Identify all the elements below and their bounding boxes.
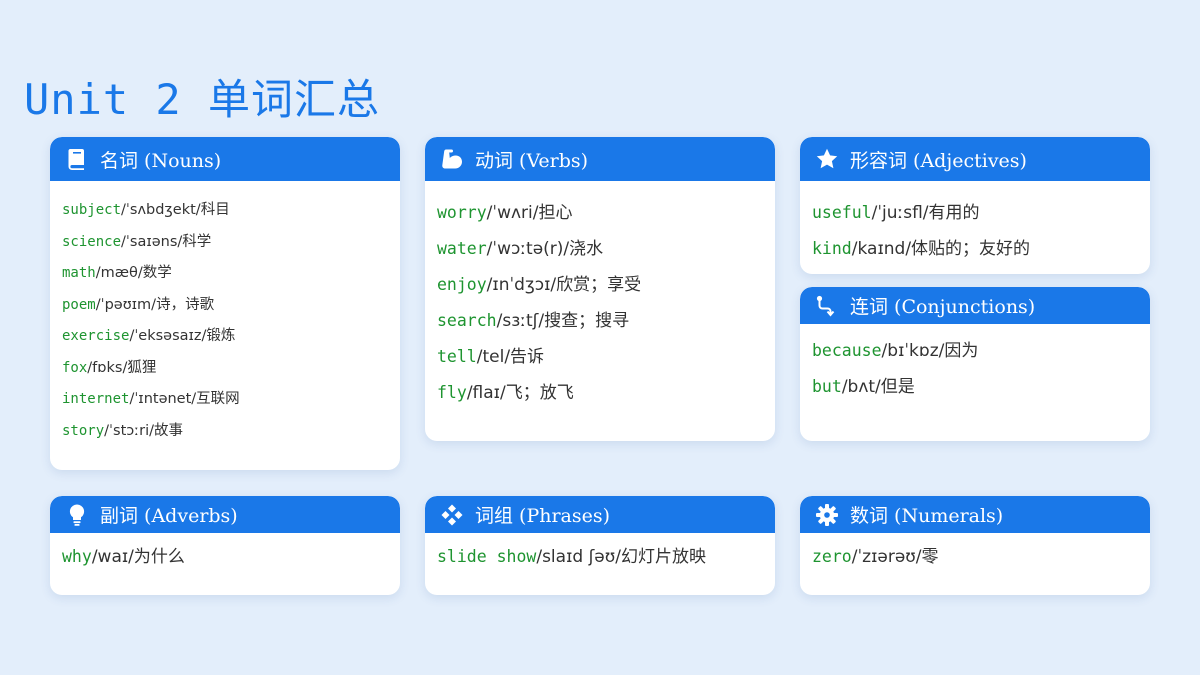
numerals-card-title: 数词 (Numerals) (850, 505, 1004, 527)
word: story (62, 422, 105, 439)
word-definition: /ˈɪntənet/互联网 (129, 391, 240, 407)
word: math (62, 265, 96, 281)
page-title: Unit 2 单词汇总 (24, 75, 381, 124)
word: kind (812, 239, 852, 258)
lightbulb-icon (64, 502, 90, 528)
word-definition: /ɪnˈdʒɔɪ/欣赏；享受 (486, 275, 642, 295)
list-item: why/waɪ/为什么 (62, 539, 388, 575)
adjectives-card-title: 形容词 (Adjectives) (850, 149, 1027, 172)
list-item: useful/ˈjuːsfl/有用的 (812, 195, 1138, 231)
word-definition: /waɪ/为什么 (91, 547, 185, 567)
list-item: math/mæθ/数学 (62, 258, 388, 290)
list-item: worry/ˈwʌri/担心 (437, 195, 763, 231)
word-definition: /ˈwʌri/担心 (486, 203, 573, 223)
word: poem (62, 296, 96, 313)
nouns-card-header: 名词 (Nouns) (50, 137, 400, 181)
list-item: fox/fɒks/狐狸 (62, 353, 388, 385)
adjectives-card: 形容词 (Adjectives) useful/ˈjuːsfl/有用的 kind… (800, 137, 1150, 274)
list-item: subject/ˈsʌbdʒekt/科目 (62, 195, 388, 227)
word-definition: /ˈsaɪəns/科学 (121, 233, 212, 250)
list-item: internet/ˈɪntənet/互联网 (62, 384, 388, 416)
word: enjoy (437, 275, 487, 294)
word-definition: /ˈstɔːri/故事 (104, 422, 183, 439)
list-item: slide show/slaɪd ʃəʊ/幻灯片放映 (437, 539, 763, 575)
word-definition: /ˈzɪərəʊ/零 (851, 547, 939, 567)
nouns-list: subject/ˈsʌbdʒekt/科目 science/ˈsaɪəns/科学 … (50, 181, 400, 447)
word-definition: /tel/告诉 (476, 347, 545, 367)
nouns-card: 名词 (Nouns) subject/ˈsʌbdʒekt/科目 science/… (50, 137, 400, 470)
list-item: but/bʌt/但是 (812, 369, 1138, 405)
word: slide show (437, 547, 537, 566)
star-icon (814, 146, 840, 172)
list-item: poem/ˈpəʊɪm/诗，诗歌 (62, 290, 388, 322)
word: but (812, 377, 842, 396)
word: subject (62, 202, 122, 218)
diamonds-icon (439, 502, 465, 528)
word: search (437, 311, 497, 330)
adverbs-card-title: 副词 (Adverbs) (100, 505, 238, 527)
verbs-card-header: 动词 (Verbs) (425, 137, 775, 181)
list-item: science/ˈsaɪəns/科学 (62, 227, 388, 259)
verbs-card: 动词 (Verbs) worry/ˈwʌri/担心 water/ˈwɔːtə(r… (425, 137, 775, 441)
conjunctions-card-header: 连词 (Conjunctions) (800, 287, 1150, 324)
word: water (437, 239, 487, 258)
word-definition: /sɜːtʃ/搜查；搜寻 (496, 311, 630, 331)
list-item: exercise/ˈeksəsaɪz/锻炼 (62, 321, 388, 353)
word: because (812, 341, 882, 360)
flexed-arm-icon (439, 146, 465, 172)
numerals-card-header: 数词 (Numerals) (800, 496, 1150, 533)
word-definition: /fɒks/狐狸 (87, 359, 157, 376)
word-definition: /flaɪ/飞；放飞 (466, 383, 574, 403)
adverbs-list: why/waɪ/为什么 (50, 533, 400, 575)
word: fly (437, 383, 467, 402)
list-item: kind/kaɪnd/体贴的；友好的 (812, 231, 1138, 267)
list-item: water/ˈwɔːtə(r)/浇水 (437, 231, 763, 267)
book-icon (64, 146, 90, 172)
adjectives-list: useful/ˈjuːsfl/有用的 kind/kaɪnd/体贴的；友好的 (800, 181, 1150, 267)
word-definition: /ˈeksəsaɪz/锻炼 (129, 328, 236, 344)
adverbs-card-header: 副词 (Adverbs) (50, 496, 400, 533)
conjunctions-list: because/bɪˈkɒz/因为 but/bʌt/但是 (800, 324, 1150, 405)
word: worry (437, 203, 487, 222)
gear-icon (814, 502, 840, 528)
list-item: zero/ˈzɪərəʊ/零 (812, 539, 1138, 575)
nouns-card-title: 名词 (Nouns) (100, 149, 222, 172)
numerals-card: 数词 (Numerals) zero/ˈzɪərəʊ/零 (800, 496, 1150, 595)
word: useful (812, 203, 872, 222)
verbs-list: worry/ˈwʌri/担心 water/ˈwɔːtə(r)/浇水 enjoy/… (425, 181, 775, 411)
list-item: fly/flaɪ/飞；放飞 (437, 375, 763, 411)
word-definition: /ˈjuːsfl/有用的 (871, 203, 980, 223)
list-item: tell/tel/告诉 (437, 339, 763, 375)
word-definition: /mæθ/数学 (95, 265, 172, 281)
list-item: because/bɪˈkɒz/因为 (812, 333, 1138, 369)
list-item: story/ˈstɔːri/故事 (62, 416, 388, 448)
list-item: enjoy/ɪnˈdʒɔɪ/欣赏；享受 (437, 267, 763, 303)
word: internet (62, 391, 130, 407)
phrases-list: slide show/slaɪd ʃəʊ/幻灯片放映 (425, 533, 775, 575)
phrases-card: 词组 (Phrases) slide show/slaɪd ʃəʊ/幻灯片放映 (425, 496, 775, 595)
word-definition: /ˈpəʊɪm/诗，诗歌 (95, 296, 215, 313)
word-definition: /ˈsʌbdʒekt/科目 (121, 202, 230, 218)
verbs-card-title: 动词 (Verbs) (475, 149, 589, 172)
word-definition: /ˈwɔːtə(r)/浇水 (486, 239, 604, 259)
word-definition: /slaɪd ʃəʊ/幻灯片放映 (536, 547, 706, 567)
word: tell (437, 347, 477, 366)
adverbs-card: 副词 (Adverbs) why/waɪ/为什么 (50, 496, 400, 595)
route-icon (814, 293, 840, 319)
numerals-list: zero/ˈzɪərəʊ/零 (800, 533, 1150, 575)
phrases-card-header: 词组 (Phrases) (425, 496, 775, 533)
word-definition: /bɪˈkɒz/因为 (881, 341, 979, 361)
adjectives-card-header: 形容词 (Adjectives) (800, 137, 1150, 181)
word: exercise (62, 328, 130, 344)
list-item: search/sɜːtʃ/搜查；搜寻 (437, 303, 763, 339)
word: science (62, 233, 122, 250)
word: why (62, 547, 92, 566)
phrases-card-title: 词组 (Phrases) (475, 505, 611, 527)
conjunctions-card-title: 连词 (Conjunctions) (850, 296, 1036, 318)
conjunctions-card: 连词 (Conjunctions) because/bɪˈkɒz/因为 but/… (800, 287, 1150, 441)
word-definition: /bʌt/但是 (841, 377, 915, 397)
word-definition: /kaɪnd/体贴的；友好的 (851, 239, 1031, 259)
word: zero (812, 547, 852, 566)
word: fox (62, 359, 88, 376)
